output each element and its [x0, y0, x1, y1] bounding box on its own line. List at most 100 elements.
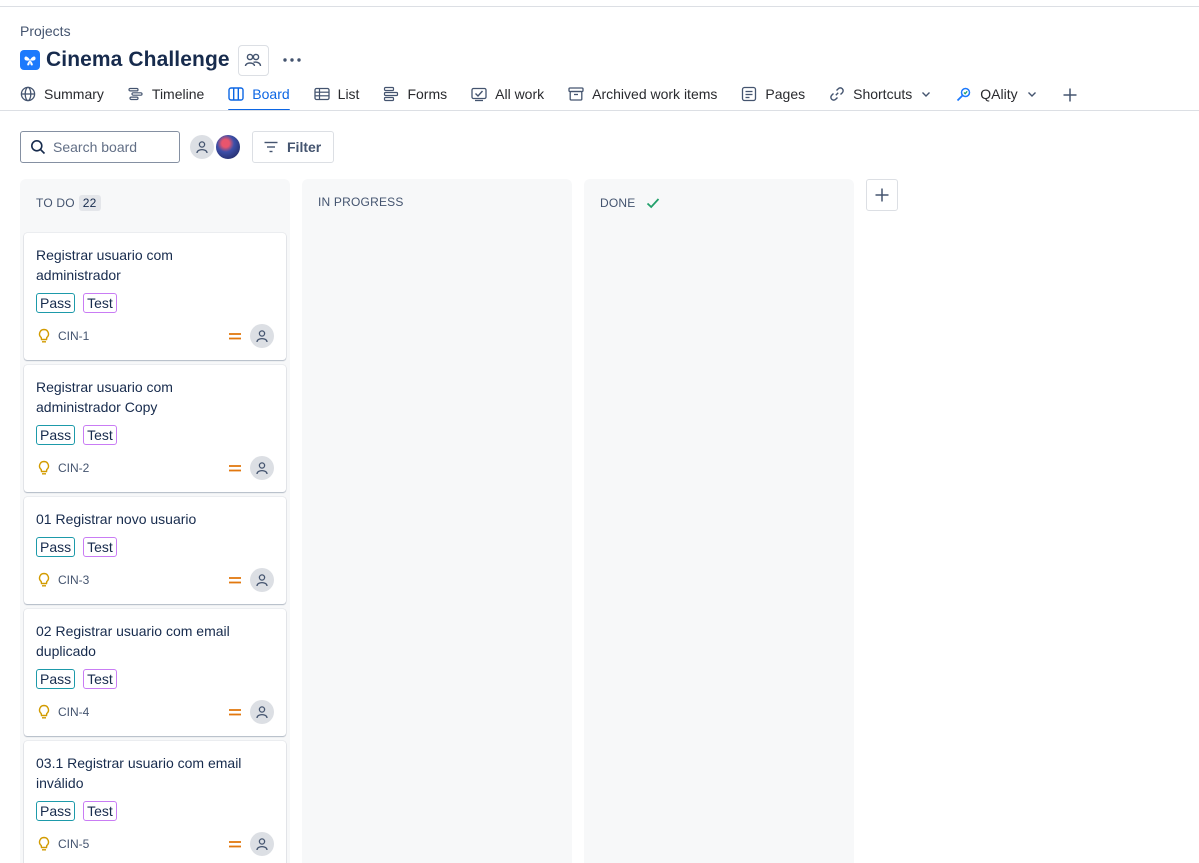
- tab-label: Summary: [44, 86, 104, 102]
- label-pass: Pass: [36, 425, 76, 445]
- card-labels: Pass Test: [36, 425, 274, 445]
- project-header: Cinema Challenge: [20, 44, 308, 76]
- search-icon: [31, 140, 46, 155]
- archive-icon: [568, 87, 584, 101]
- tab-archived-work-items[interactable]: Archived work items: [568, 80, 717, 110]
- card-labels: Pass Test: [36, 801, 274, 821]
- tab-label: All work: [495, 86, 545, 102]
- add-tab-button[interactable]: [1062, 80, 1078, 110]
- avatar-user-photo[interactable]: [214, 133, 242, 161]
- more-actions-button[interactable]: [277, 45, 308, 76]
- label-pass: Pass: [36, 669, 76, 689]
- assignee-avatar[interactable]: [250, 700, 274, 724]
- search-board-field[interactable]: [20, 131, 180, 163]
- tab-summary[interactable]: Summary: [20, 80, 104, 110]
- column-done: DONE: [584, 179, 854, 863]
- card-title: 03.1 Registrar usuario com email inválid…: [36, 755, 242, 791]
- all-work-icon: [471, 87, 487, 102]
- tab-pages[interactable]: Pages: [741, 80, 805, 110]
- column-in-progress: IN PROGRESS: [302, 179, 572, 863]
- priority-medium-icon: [229, 465, 241, 472]
- card-cin-5[interactable]: 03.1 Registrar usuario com email inválid…: [24, 741, 286, 863]
- search-input[interactable]: [53, 139, 171, 155]
- card-title: Registrar usuario com administrador Copy: [36, 379, 173, 415]
- tabs-divider: [0, 110, 1199, 111]
- issue-key[interactable]: CIN-3: [58, 573, 89, 587]
- label-test: Test: [83, 801, 117, 821]
- priority-medium-icon: [229, 577, 241, 584]
- issue-key[interactable]: CIN-4: [58, 705, 89, 719]
- card-footer: CIN-4: [36, 700, 274, 724]
- pages-icon: [742, 86, 757, 102]
- tab-board[interactable]: Board: [228, 80, 291, 111]
- top-divider: [0, 6, 1199, 7]
- card-footer: CIN-3: [36, 568, 274, 592]
- assignee-avatars: [190, 133, 242, 161]
- label-pass: Pass: [36, 801, 76, 821]
- priority-medium-icon: [229, 841, 241, 848]
- card-footer: CIN-1: [36, 324, 274, 348]
- forms-icon: [384, 86, 399, 102]
- project-tabs: Summary Timeline Board List Forms All wo…: [20, 80, 1078, 111]
- column-todo: TO DO 22 Registrar usuario com administr…: [20, 179, 290, 863]
- filter-icon: [264, 141, 278, 153]
- priority-medium-icon: [229, 333, 241, 340]
- tab-label: QAlity: [980, 86, 1018, 102]
- issue-key[interactable]: CIN-1: [58, 329, 89, 343]
- person-icon: [256, 574, 268, 587]
- card-title: Registrar usuario com administrador: [36, 247, 173, 283]
- globe-icon: [20, 86, 36, 102]
- person-icon: [256, 462, 268, 475]
- card-cin-2[interactable]: Registrar usuario com administrador Copy…: [24, 365, 286, 492]
- ellipsis-icon: [283, 58, 301, 62]
- tab-label: Pages: [765, 86, 806, 102]
- tab-list[interactable]: List: [314, 80, 360, 110]
- card-cin-1[interactable]: Registrar usuario com administrador Pass…: [24, 233, 286, 360]
- tab-label: Forms: [407, 86, 448, 102]
- avatar-unassigned[interactable]: [190, 135, 214, 159]
- card-footer: CIN-5: [36, 832, 274, 856]
- timeline-icon: [128, 87, 143, 101]
- assignee-avatar[interactable]: [250, 568, 274, 592]
- tab-forms[interactable]: Forms: [383, 80, 447, 110]
- idea-lightbulb-icon: [38, 704, 50, 719]
- chevron-down-icon: [1027, 92, 1036, 97]
- tab-label: Timeline: [151, 86, 205, 102]
- label-test: Test: [83, 425, 117, 445]
- card-cin-4[interactable]: 02 Registrar usuario com email duplicado…: [24, 609, 286, 736]
- person-icon: [256, 330, 268, 343]
- card-cin-3[interactable]: 01 Registrar novo usuario Pass Test CIN-…: [24, 497, 286, 604]
- issue-key[interactable]: CIN-2: [58, 461, 89, 475]
- label-pass: Pass: [36, 293, 76, 313]
- filter-button[interactable]: Filter: [252, 131, 335, 163]
- assignee-avatar[interactable]: [250, 324, 274, 348]
- tab-all-work[interactable]: All work: [471, 80, 544, 110]
- team-button[interactable]: [237, 44, 269, 76]
- label-test: Test: [83, 293, 117, 313]
- column-title: IN PROGRESS: [318, 195, 404, 209]
- tab-qality[interactable]: QAlity: [956, 80, 1037, 110]
- card-labels: Pass Test: [36, 669, 274, 689]
- breadcrumb[interactable]: Projects: [20, 23, 71, 39]
- person-icon: [256, 706, 268, 719]
- card-title: 02 Registrar usuario com email duplicado: [36, 623, 230, 659]
- person-icon: [256, 838, 268, 851]
- label-test: Test: [83, 669, 117, 689]
- tab-label: List: [337, 86, 360, 102]
- idea-lightbulb-icon: [38, 572, 50, 587]
- page-title: Cinema Challenge: [46, 48, 230, 71]
- priority-medium-icon: [229, 709, 241, 716]
- label-test: Test: [83, 537, 117, 557]
- card-labels: Pass Test: [36, 537, 274, 557]
- issue-key[interactable]: CIN-5: [58, 837, 89, 851]
- tab-shortcuts[interactable]: Shortcuts: [829, 80, 932, 110]
- assignee-avatar[interactable]: [250, 832, 274, 856]
- plus-icon: [875, 188, 889, 202]
- add-column-button[interactable]: [866, 179, 898, 211]
- tab-timeline[interactable]: Timeline: [128, 80, 204, 110]
- assignee-avatar[interactable]: [250, 456, 274, 480]
- column-title: DONE: [600, 196, 636, 210]
- label-pass: Pass: [36, 537, 76, 557]
- board-toolbar: Filter: [20, 131, 335, 163]
- person-icon: [196, 141, 208, 154]
